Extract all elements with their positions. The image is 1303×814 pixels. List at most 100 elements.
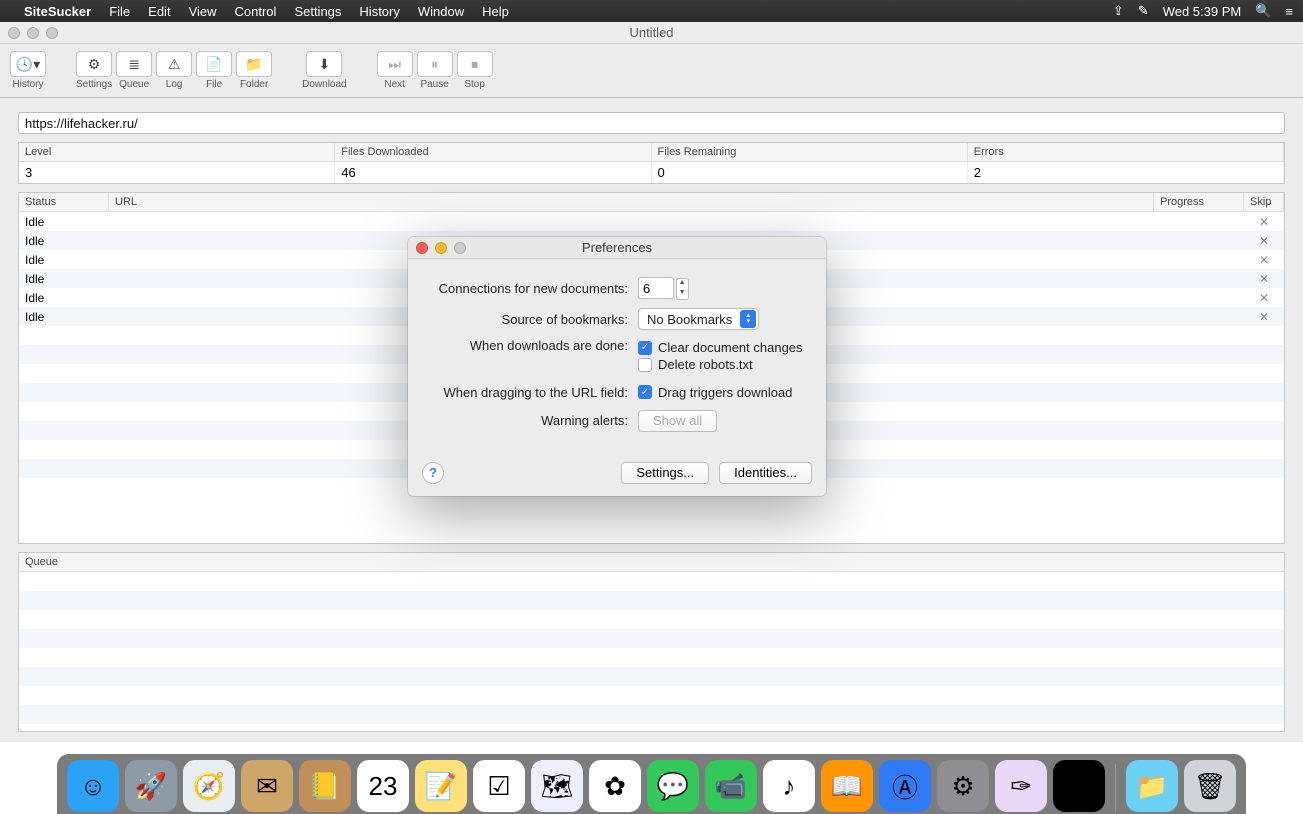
skip-button[interactable]: ✕ xyxy=(1244,215,1284,229)
toolbar: 🕓▾ History ⚙Settings ≣Queue ⚠Log 📄File 📁… xyxy=(0,44,1303,98)
dock-maps[interactable]: 🗺 xyxy=(531,760,583,812)
status-icon-2[interactable]: ✎ xyxy=(1138,3,1149,19)
col-errors: Errors xyxy=(968,143,1284,162)
dock-launchpad[interactable]: 🚀 xyxy=(125,760,177,812)
clock-icon: 🕓▾ xyxy=(16,56,40,73)
col-level: Level xyxy=(19,143,335,162)
dock-safari[interactable]: 🧭 xyxy=(183,760,235,812)
stop-button[interactable]: ⏹Stop xyxy=(457,51,493,90)
menu-settings[interactable]: Settings xyxy=(294,4,341,19)
skip-button[interactable]: ✕ xyxy=(1244,291,1284,305)
col-progress[interactable]: Progress xyxy=(1154,193,1244,211)
skip-button[interactable]: ✕ xyxy=(1244,253,1284,267)
menu-control[interactable]: Control xyxy=(235,4,277,19)
drag-triggers-checkbox[interactable]: ✓Drag triggers download xyxy=(638,385,792,400)
menu-file[interactable]: File xyxy=(109,4,130,19)
menu-edit[interactable]: Edit xyxy=(148,4,170,19)
dock-trash[interactable]: 🗑 xyxy=(1184,760,1236,812)
history-button[interactable]: 🕓▾ History xyxy=(10,51,46,90)
preferences-dialog: Preferences Connections for new document… xyxy=(408,237,826,496)
warning-label: Warning alerts: xyxy=(428,413,628,428)
queue-header: Queue xyxy=(19,553,1284,572)
val-downloaded: 46 xyxy=(335,162,651,183)
col-url[interactable]: URL xyxy=(109,193,1154,211)
dock-ibooks[interactable]: 📖 xyxy=(821,760,873,812)
menu-help[interactable]: Help xyxy=(482,4,509,19)
warning-icon: ⚠ xyxy=(168,56,181,73)
done-label: When downloads are done: xyxy=(428,338,628,353)
connections-stepper[interactable]: ▲▼ xyxy=(676,278,689,300)
skip-button[interactable]: ✕ xyxy=(1244,272,1284,286)
val-remaining: 0 xyxy=(652,162,968,183)
app-name[interactable]: SiteSucker xyxy=(24,4,91,19)
dock-messages[interactable]: 💬 xyxy=(647,760,699,812)
dock-sitesucker[interactable]: ✑ xyxy=(995,760,1047,812)
clock[interactable]: Wed 5:39 PM xyxy=(1163,4,1242,19)
cell-status: Idle xyxy=(19,253,109,267)
help-button[interactable]: ? xyxy=(422,462,444,484)
dock-contacts[interactable]: 📒 xyxy=(299,760,351,812)
bookmarks-select[interactable]: No Bookmarks ▴▾ xyxy=(638,308,759,330)
download-icon: ⬇ xyxy=(319,56,331,73)
table-row[interactable]: Idle ✕ xyxy=(19,212,1284,231)
file-button[interactable]: 📄File xyxy=(196,51,232,90)
delete-robots-checkbox[interactable]: Delete robots.txt xyxy=(638,357,753,372)
chevron-updown-icon: ▴▾ xyxy=(740,310,756,328)
val-errors: 2 xyxy=(968,162,1284,183)
menu-window[interactable]: Window xyxy=(418,4,464,19)
minimize-button[interactable] xyxy=(27,27,39,39)
settings-button[interactable]: ⚙Settings xyxy=(76,51,112,90)
zoom-button[interactable] xyxy=(46,27,58,39)
list-icon: ≣ xyxy=(128,56,140,73)
folder-button[interactable]: 📁Folder xyxy=(236,51,272,90)
identities-btn[interactable]: Identities... xyxy=(719,462,812,484)
dock-photos[interactable]: ✿ xyxy=(589,760,641,812)
window-title: Untitled xyxy=(629,25,673,40)
skip-button[interactable]: ✕ xyxy=(1244,310,1284,324)
dock-calendar[interactable]: 23 xyxy=(357,760,409,812)
clear-changes-checkbox[interactable]: ✓Clear document changes xyxy=(638,340,803,355)
window-titlebar: Untitled xyxy=(0,22,1303,44)
skip-button[interactable]: ✕ xyxy=(1244,234,1284,248)
url-input[interactable] xyxy=(18,112,1285,134)
download-button[interactable]: ⬇Download xyxy=(302,51,346,90)
queue-row xyxy=(19,572,1284,591)
show-all-button[interactable]: Show all xyxy=(638,410,717,432)
queue-panel: Queue xyxy=(18,552,1285,732)
dialog-zoom-button xyxy=(454,242,466,254)
close-button[interactable] xyxy=(8,27,20,39)
settings-btn[interactable]: Settings... xyxy=(621,462,709,484)
folder-icon: 📁 xyxy=(245,56,262,73)
log-button[interactable]: ⚠Log xyxy=(156,51,192,90)
connections-input[interactable] xyxy=(638,277,674,299)
menubar: SiteSucker File Edit View Control Settin… xyxy=(0,0,1303,22)
dock-facetime[interactable]: 📹 xyxy=(705,760,757,812)
spotlight-icon[interactable]: 🔍 xyxy=(1255,3,1271,19)
col-skip[interactable]: Skip xyxy=(1244,193,1284,211)
menu-view[interactable]: View xyxy=(189,4,217,19)
cell-status: Idle xyxy=(19,215,109,229)
pause-icon: ⏸ xyxy=(431,56,438,73)
dock-terminal[interactable]: ⌘ xyxy=(1053,760,1105,812)
bookmarks-value: No Bookmarks xyxy=(647,312,732,327)
queue-button[interactable]: ≣Queue xyxy=(116,51,152,90)
cell-status: Idle xyxy=(19,272,109,286)
dialog-close-button[interactable] xyxy=(416,242,428,254)
next-button[interactable]: ⏭Next xyxy=(377,51,413,90)
dock-preferences[interactable]: ⚙ xyxy=(937,760,989,812)
file-icon: 📄 xyxy=(205,56,222,73)
dialog-minimize-button[interactable] xyxy=(435,242,447,254)
menu-history[interactable]: History xyxy=(359,4,399,19)
dock-reminders[interactable]: ☑ xyxy=(473,760,525,812)
queue-row xyxy=(19,648,1284,667)
col-status[interactable]: Status xyxy=(19,193,109,211)
dock-finder[interactable]: ☺ xyxy=(67,760,119,812)
dock-appstore[interactable]: Ⓐ xyxy=(879,760,931,812)
dock-notes[interactable]: 📝 xyxy=(415,760,467,812)
status-icon[interactable]: ⇪ xyxy=(1113,3,1124,19)
dock-mail[interactable]: ✉ xyxy=(241,760,293,812)
dock-itunes[interactable]: ♪ xyxy=(763,760,815,812)
dock-downloads[interactable]: 📁 xyxy=(1126,760,1178,812)
pause-button[interactable]: ⏸Pause xyxy=(417,51,453,90)
notification-center-icon[interactable]: ≡ xyxy=(1285,4,1293,19)
